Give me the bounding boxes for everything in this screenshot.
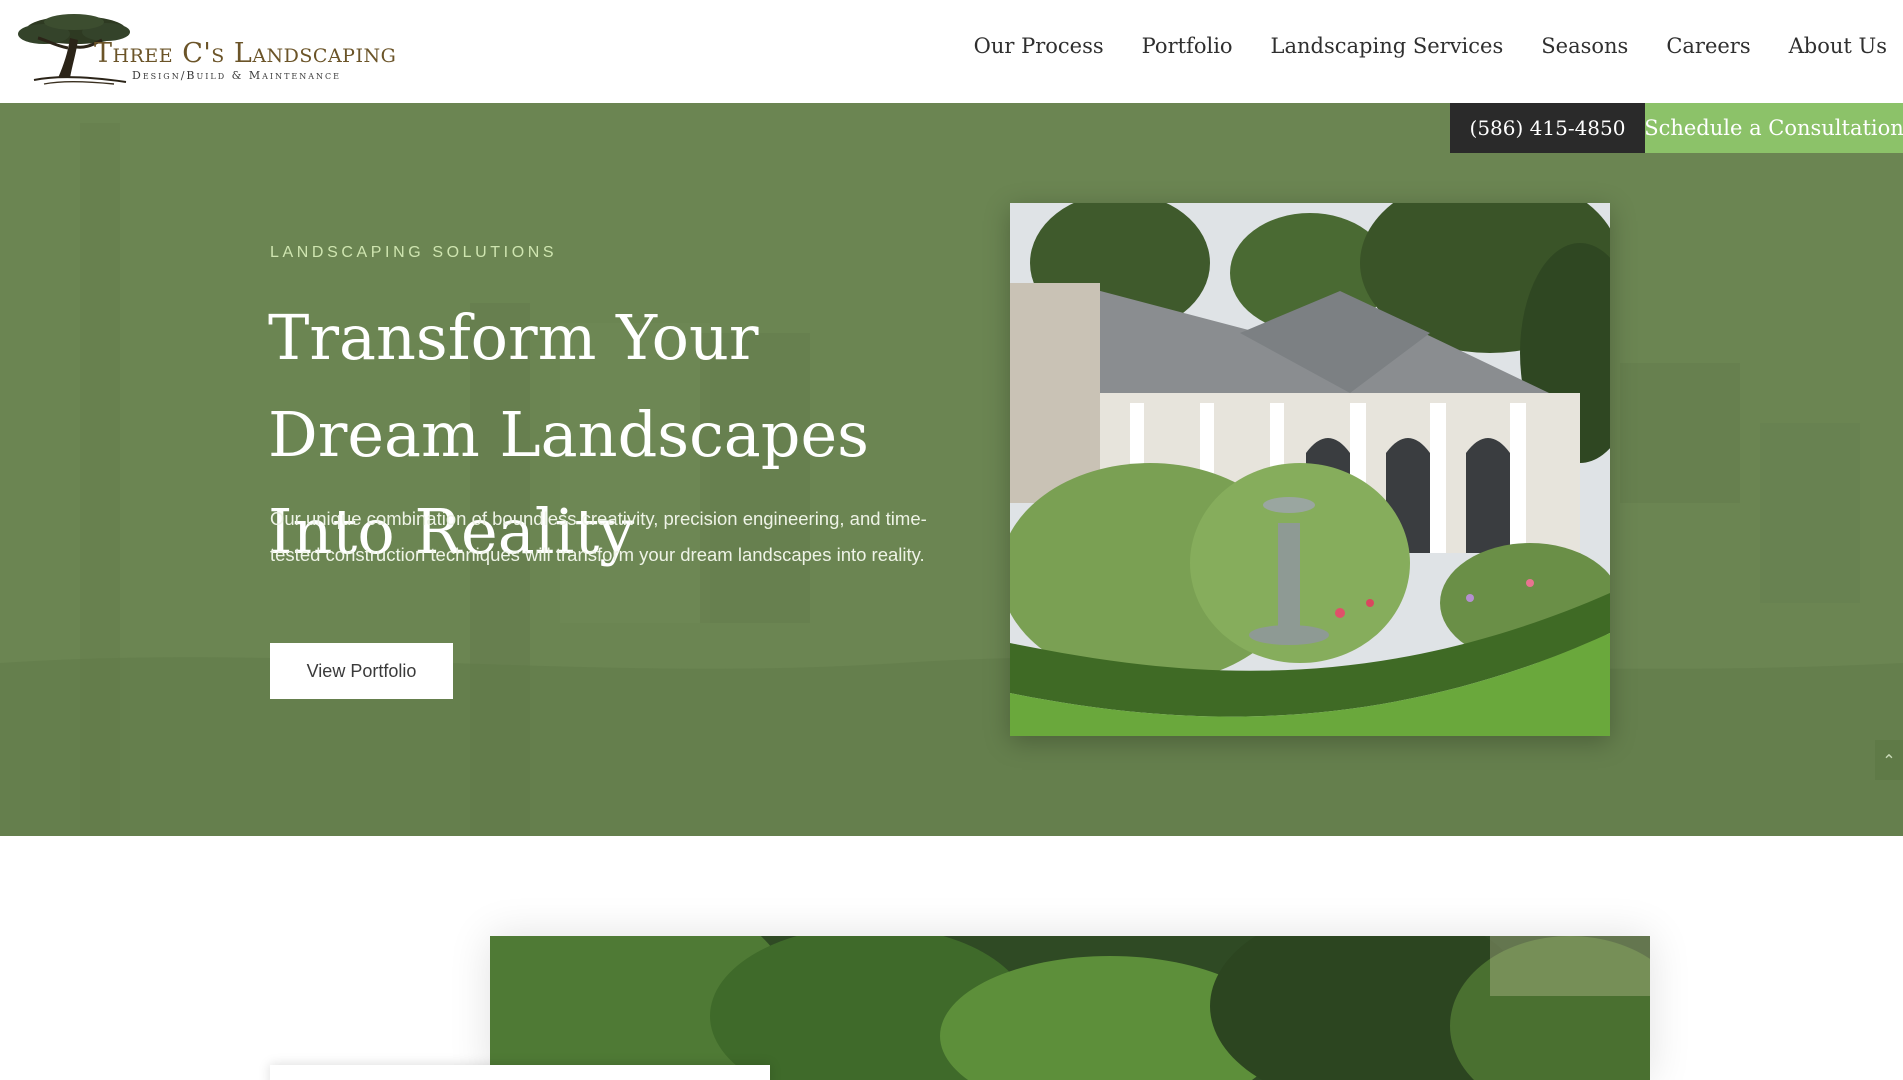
hero-section: (586) 415-4850 Schedule a Consultation L…: [0, 103, 1903, 836]
nav-portfolio[interactable]: Portfolio: [1142, 34, 1233, 58]
phone-button[interactable]: (586) 415-4850: [1450, 103, 1645, 153]
hero-eyebrow: LANDSCAPING SOLUTIONS: [270, 244, 558, 261]
brand-name: Three C's Landscaping: [94, 38, 397, 69]
garden-image: [490, 936, 1650, 1080]
hero-house-photo: [1010, 203, 1610, 736]
view-portfolio-button[interactable]: View Portfolio: [270, 643, 453, 699]
main-nav: Our Process Portfolio Landscaping Servic…: [974, 34, 1887, 58]
hero-description: Our unique combination of boundless crea…: [270, 508, 927, 565]
house-garden-image: [1010, 203, 1610, 736]
nav-landscaping-services[interactable]: Landscaping Services: [1271, 34, 1504, 58]
nav-about-us[interactable]: About Us: [1789, 34, 1887, 58]
nav-seasons[interactable]: Seasons: [1541, 34, 1628, 58]
site-header: Three C's Landscaping Design/Build & Mai…: [0, 0, 1903, 103]
chevron-up-icon[interactable]: ⌃: [1875, 740, 1903, 780]
garden-ivy-photo: [490, 936, 1650, 1080]
features-section: [0, 836, 1903, 1080]
content-card: [270, 1065, 770, 1080]
cta-bar: (586) 415-4850 Schedule a Consultation: [1450, 103, 1903, 153]
schedule-consultation-button[interactable]: Schedule a Consultation: [1644, 103, 1903, 153]
site-logo[interactable]: Three C's Landscaping Design/Build & Mai…: [14, 12, 414, 90]
nav-our-process[interactable]: Our Process: [974, 34, 1104, 58]
brand-tagline: Design/Build & Maintenance: [132, 69, 342, 82]
nav-careers[interactable]: Careers: [1666, 34, 1750, 58]
